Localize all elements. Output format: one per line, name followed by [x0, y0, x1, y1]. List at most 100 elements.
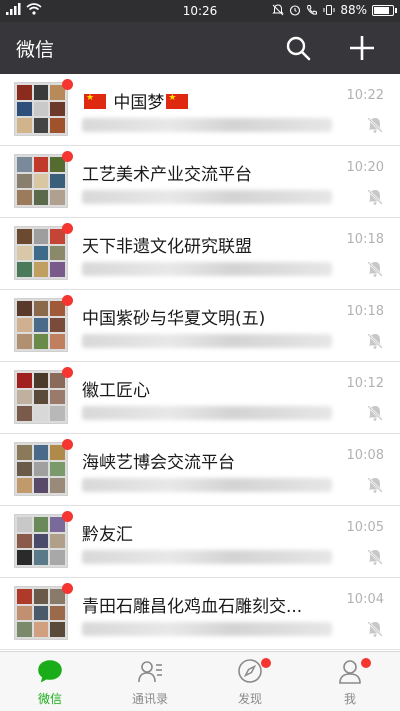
avatar-tile [33, 389, 49, 405]
blurred-message-preview [82, 406, 332, 420]
chat-list-item[interactable]: 黔友汇 10:05 [0, 506, 400, 578]
unread-dot [62, 583, 73, 594]
unread-dot [62, 79, 73, 90]
group-avatar [14, 154, 68, 208]
avatar-tile [50, 406, 65, 421]
avatar-tile [50, 622, 65, 637]
avatar-tile [33, 478, 49, 493]
chat-name: 中国紫砂与华夏文明(五) [82, 304, 322, 329]
chat-time: 10:12 [346, 376, 384, 391]
group-avatar [14, 298, 68, 352]
mute-bell-icon [367, 549, 383, 565]
chat-time: 10:22 [346, 88, 384, 103]
tab-label: 微信 [37, 692, 62, 706]
mute-bell-icon [367, 117, 383, 133]
chat-name: 徽工匠心 [82, 376, 322, 401]
blurred-message-preview [82, 190, 332, 204]
avatar-tile [50, 550, 65, 565]
tab-0[interactable]: 微信 [0, 652, 100, 711]
chat-bubble-icon [38, 660, 62, 683]
avatar-tile [33, 190, 49, 205]
chat-name: 天下非遗文化研究联盟 [82, 232, 322, 257]
chat-name-text: 黔友汇 [82, 525, 133, 545]
unread-dot [62, 151, 73, 162]
chat-list-item[interactable]: 徽工匠心 10:12 [0, 362, 400, 434]
chat-name-text: 中国梦 [113, 93, 165, 113]
avatar-tile [17, 406, 32, 421]
avatar-tile [33, 101, 49, 117]
avatar-tile [33, 262, 49, 277]
avatar-tile [33, 550, 49, 565]
chat-time: 10:04 [346, 592, 384, 607]
avatar-tile [33, 334, 49, 349]
chat-list-item[interactable]: 中国紫砂与华夏文明(五) 10:18 [0, 290, 400, 362]
avatar-tile [33, 173, 49, 189]
avatar-tile [17, 622, 32, 637]
avatar-tile [17, 478, 32, 493]
chat-name-text: 海峡艺博会交流平台 [82, 453, 235, 473]
chat-time: 10:05 [346, 520, 384, 535]
avatar-tile [33, 517, 49, 532]
battery-percent: 88% [340, 3, 367, 17]
mute-bell-icon [367, 261, 383, 277]
page-title: 微信 [16, 39, 55, 61]
avatar-tile [17, 550, 32, 565]
avatar-tile [33, 406, 49, 421]
blurred-message-preview [82, 262, 332, 276]
chat-name-text: 徽工匠心 [82, 381, 150, 401]
avatar-tile [17, 229, 32, 244]
search-icon[interactable] [284, 34, 312, 62]
avatar-tile [33, 229, 49, 244]
bottom-tab-bar: 微信 通讯录 发现 我 [0, 651, 400, 711]
blurred-message-preview [82, 478, 332, 492]
chat-list-item[interactable]: 海峡艺博会交流平台 10:08 [0, 434, 400, 506]
chat-time: 10:20 [346, 160, 384, 175]
app-header: 微信 [0, 22, 400, 74]
avatar-tile [50, 389, 65, 405]
china-flag-icon [84, 93, 106, 109]
avatar-tile [50, 262, 65, 277]
blurred-message-preview [82, 550, 332, 564]
add-icon[interactable] [348, 34, 376, 62]
mute-bell-icon [272, 4, 285, 16]
unread-dot [62, 367, 73, 378]
avatar-tile [17, 461, 32, 477]
phone-icon [307, 5, 318, 15]
vibrate-icon [323, 5, 335, 15]
avatar-tile [17, 190, 32, 205]
avatar-tile [17, 334, 32, 349]
status-right: 88% [272, 3, 397, 17]
chat-name: 海峡艺博会交流平台 [82, 448, 322, 473]
compass-icon [238, 659, 262, 683]
chat-name-text: 青田石雕昌化鸡血石雕刻交... [82, 597, 303, 617]
alarm-icon [290, 5, 301, 16]
battery-icon [372, 4, 397, 16]
avatar-tile [50, 118, 65, 133]
tab-3[interactable]: 我 [300, 652, 400, 711]
chat-name: 青田石雕昌化鸡血石雕刻交... [82, 592, 322, 617]
chat-list-item[interactable]: 青田石雕昌化鸡血石雕刻交... 10:04 [0, 578, 400, 650]
chat-list-item[interactable]: 工艺美术产业交流平台 10:20 [0, 146, 400, 218]
tab-1[interactable]: 通讯录 [100, 652, 200, 711]
group-avatar [14, 514, 68, 568]
chat-list-item[interactable]: 天下非遗文化研究联盟 10:18 [0, 218, 400, 290]
avatar-tile [17, 533, 32, 549]
chat-list-item[interactable]: 中国梦 10:22 [0, 74, 400, 146]
avatar-tile [17, 605, 32, 621]
group-avatar [14, 586, 68, 640]
group-avatar [14, 82, 68, 136]
chat-name: 工艺美术产业交流平台 [82, 160, 322, 185]
avatar-tile [50, 533, 65, 549]
avatar-tile [17, 301, 32, 316]
avatar-tile [33, 622, 49, 637]
avatar-tile [33, 373, 49, 388]
tab-2[interactable]: 发现 [200, 652, 300, 711]
avatar-tile [17, 517, 32, 532]
mute-bell-icon [367, 405, 383, 421]
mute-bell-icon [367, 189, 383, 205]
badge-dot [261, 658, 271, 668]
avatar-tile [17, 445, 32, 460]
group-avatar [14, 226, 68, 280]
chat-list: 中国梦10:22工艺美术产业交流平台10:20天下非遗文化研究联盟10:18中国… [0, 74, 400, 651]
unread-dot [62, 439, 73, 450]
